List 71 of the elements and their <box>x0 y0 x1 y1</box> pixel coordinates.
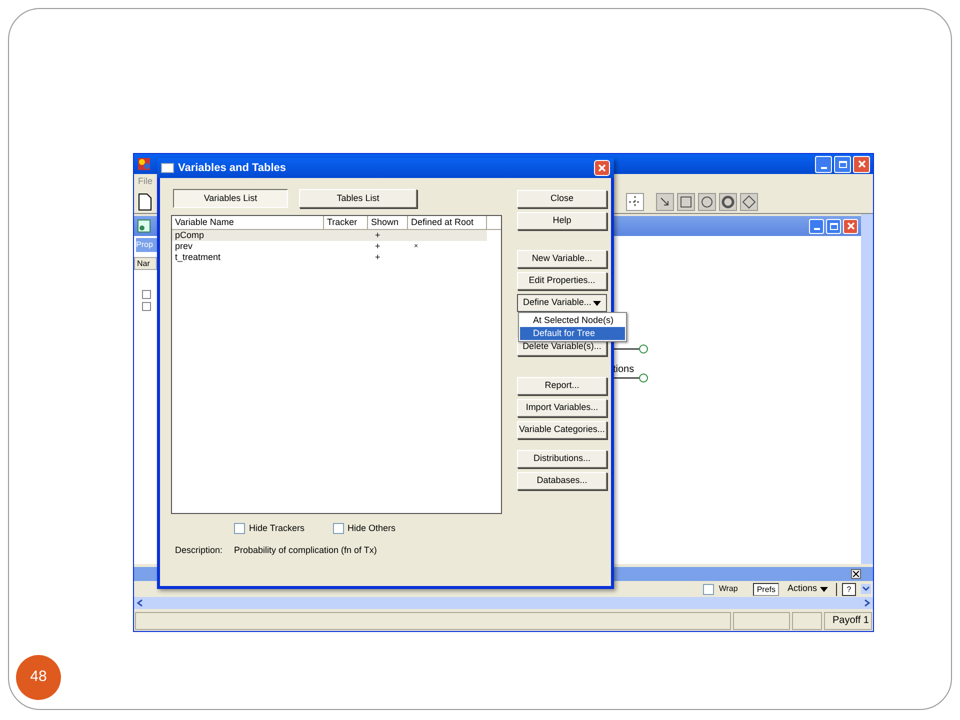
chevron-down-icon[interactable] <box>861 584 871 594</box>
checkbox-label: Hide Trackers <box>249 522 305 535</box>
page-number: 48 <box>16 655 61 700</box>
dialog-button[interactable]: New Variable... <box>517 250 607 268</box>
close-icon <box>598 164 606 172</box>
maximize-button[interactable] <box>834 156 851 172</box>
dialog-button[interactable]: Report... <box>517 377 607 395</box>
column-header: Nar <box>134 257 157 270</box>
tree-branch <box>613 373 649 383</box>
table-cell-text: + <box>374 230 382 241</box>
new-document-icon[interactable] <box>136 192 154 210</box>
column-header[interactable]: Shown <box>368 216 408 229</box>
dialog-button[interactable]: Distributions... <box>517 450 607 468</box>
horizontal-scrollbar[interactable] <box>134 597 873 609</box>
wrap-label: Wrap <box>718 583 738 595</box>
tab[interactable]: Variables List <box>173 189 288 208</box>
app-icon <box>137 157 151 171</box>
table-cell-text: t_treatment <box>174 252 222 263</box>
node-label: tions <box>613 363 634 377</box>
column-header[interactable]: Tracker <box>324 216 368 229</box>
dialog-title: Variables and Tables <box>178 160 288 176</box>
help-button[interactable]: ? <box>842 582 856 596</box>
dialog-button[interactable]: Edit Properties... <box>517 272 607 290</box>
table-cell-text: prev <box>174 241 194 252</box>
square-node-icon[interactable] <box>677 192 695 210</box>
description-text: Probability of complication (fn of Tx) <box>234 544 377 557</box>
status-cell <box>733 612 790 630</box>
dialog-button[interactable]: Import Variables... <box>517 399 607 417</box>
table-row[interactable]: pComp + <box>172 230 487 241</box>
dialog-button[interactable]: Close <box>517 190 607 208</box>
chevron-right-icon[interactable] <box>863 599 871 607</box>
tree-branch <box>613 344 649 354</box>
tree-icon <box>137 219 151 233</box>
caret-icon <box>593 300 601 306</box>
move-icon[interactable] <box>626 192 644 210</box>
menu-item[interactable]: Default for Tree <box>520 327 625 340</box>
actions-button[interactable]: Actions <box>784 582 831 596</box>
close-icon <box>858 160 866 168</box>
tab[interactable]: Tables List <box>299 189 417 208</box>
status-cell <box>792 612 822 630</box>
description-label: Description: <box>175 544 224 557</box>
prefs-button[interactable]: Prefs <box>752 582 780 596</box>
status-text: Payoff 1 <box>824 612 872 630</box>
table-cell-text: + <box>374 252 382 263</box>
table-cell-text: pComp <box>174 230 206 241</box>
table-row[interactable]: t_treatment + <box>172 252 487 263</box>
checkbox[interactable] <box>332 523 344 534</box>
vertical-scrollbar[interactable] <box>861 214 873 564</box>
dialog-button[interactable]: Databases... <box>517 472 607 490</box>
maximize-button[interactable] <box>826 218 841 234</box>
circle-node-icon[interactable] <box>698 192 716 210</box>
checkbox-label: Hide Others <box>348 522 396 535</box>
arrow-tool-icon[interactable] <box>656 192 674 210</box>
close-button[interactable] <box>851 569 861 579</box>
ring-node-icon[interactable] <box>719 192 737 210</box>
dialog-button[interactable]: Help <box>517 212 607 230</box>
dropdown-button[interactable]: Define Variable... <box>517 294 607 312</box>
window-icon <box>161 163 174 173</box>
minimize-button[interactable] <box>815 156 832 172</box>
minimize-button[interactable] <box>809 218 824 234</box>
caret-icon <box>820 586 828 592</box>
close-icon <box>846 222 854 230</box>
dialog-button[interactable]: Variable Categories... <box>517 421 607 439</box>
table-cell-text: + <box>374 241 382 252</box>
chevron-left-icon[interactable] <box>136 599 144 607</box>
diamond-node-icon[interactable] <box>740 192 758 210</box>
menu-item[interactable]: At Selected Node(s) <box>520 314 625 327</box>
checkbox[interactable] <box>702 584 714 594</box>
column-header[interactable]: Variable Name <box>172 216 324 229</box>
column-header[interactable]: Defined at Root <box>408 216 487 229</box>
checkbox[interactable] <box>234 523 245 534</box>
